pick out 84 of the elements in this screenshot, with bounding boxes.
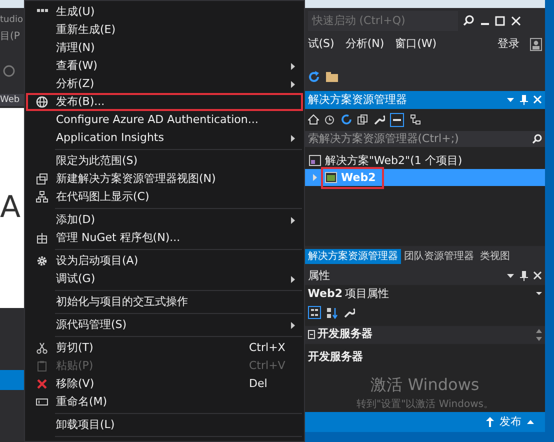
search-icon[interactable]	[463, 15, 474, 26]
dropdown-icon[interactable]	[507, 274, 514, 278]
package-icon	[36, 232, 48, 244]
dropdown-icon[interactable]	[507, 98, 514, 102]
scroll-arrows-icon[interactable]	[536, 328, 542, 340]
menu-item[interactable]: 管理 NuGet 程序包(N)...	[26, 229, 303, 247]
close-icon	[36, 378, 48, 390]
diagram-icon	[36, 191, 48, 203]
sort-icon[interactable]	[326, 306, 338, 319]
wrench-icon[interactable]	[374, 114, 385, 126]
panel-tab[interactable]: 解决方案资源管理器	[305, 249, 401, 264]
dropdown-icon	[536, 292, 542, 296]
menu-item[interactable]: 发布(B)...	[26, 93, 303, 111]
menu-item[interactable]: 卸载项目(L)	[26, 416, 303, 434]
menu-item[interactable]: 查看(W)	[26, 57, 303, 75]
clipboard-icon	[36, 360, 48, 372]
watermark-title: 激活 Windows	[370, 374, 480, 396]
tree-item[interactable]: 解决方案"Web2"(1 个项目)	[305, 152, 545, 170]
categorized-icon[interactable]	[308, 306, 321, 320]
highlight-frame: Web2	[321, 166, 384, 189]
account-icon[interactable]	[530, 38, 542, 51]
panel-tab[interactable]: 类视图	[477, 249, 513, 264]
watermark-hint: 转到"设置"以激活 Windows。	[356, 398, 494, 412]
menu-item[interactable]: Configure Azure AD Authentication...	[26, 111, 303, 129]
menu-item[interactable]: 生成(U)	[26, 3, 303, 21]
menu-item[interactable]: 添加(D)	[26, 211, 303, 229]
menu-item[interactable]: 初始化与项目的交互式操作	[26, 293, 303, 311]
menu-item[interactable]: Application Insights	[26, 129, 303, 147]
copy-icon[interactable]	[357, 114, 368, 126]
editor-text: A	[0, 193, 21, 224]
maximize-icon[interactable]	[495, 16, 506, 26]
collapse-icon[interactable]	[390, 112, 404, 127]
history-icon[interactable]	[324, 114, 336, 126]
menu-item[interactable]: 窗口(W)	[395, 36, 437, 53]
refresh-icon[interactable]	[308, 70, 320, 83]
menu-item[interactable]: 设为启动项目(A)	[26, 252, 303, 270]
menu-item[interactable]: 调试(G)	[26, 270, 303, 288]
sign-in-link[interactable]: 登录	[497, 36, 520, 53]
panel-title: 解决方案资源管理器	[308, 92, 407, 108]
solution-icon	[309, 155, 321, 166]
panel-title: 属性	[308, 268, 330, 284]
globe-icon	[36, 96, 48, 108]
document-tab[interactable]: Web	[0, 94, 24, 106]
category-label: 开发服务器	[318, 326, 372, 342]
menu-item[interactable]: 试(S)	[308, 36, 334, 53]
search-icon[interactable]	[532, 134, 542, 144]
menu-item[interactable]: 重命名(M)	[26, 393, 303, 411]
project-icon	[325, 172, 337, 184]
status-bar	[0, 370, 24, 390]
menu-item[interactable]: 分析(N)	[345, 36, 384, 53]
description-title: 开发服务器	[306, 349, 364, 365]
upload-arrow-icon[interactable]	[486, 417, 494, 427]
menu-item[interactable]: 重新生成(E)	[26, 21, 303, 39]
diagram-icon[interactable]	[410, 114, 421, 126]
caret-icon[interactable]	[527, 420, 534, 424]
close-icon[interactable]	[533, 271, 542, 280]
scissors-icon	[36, 342, 48, 354]
home-icon[interactable]	[308, 114, 319, 126]
folder-icon[interactable]	[325, 70, 340, 83]
menu-item[interactable]: 分析(Z)	[26, 75, 303, 93]
menu-item[interactable]: 移除(V) Del	[26, 375, 303, 393]
rename-icon	[36, 396, 48, 408]
menu-item[interactable]: 限定为此范围(S)	[26, 152, 303, 170]
object-selector[interactable]: Web2 项目属性	[305, 284, 545, 303]
menu-item[interactable]: 目(P	[0, 31, 24, 43]
menu-item[interactable]: 在代码图上显示(C)	[26, 188, 303, 206]
window-icon	[36, 173, 48, 185]
pin-icon[interactable]	[520, 94, 528, 105]
help-icon[interactable]	[3, 65, 15, 77]
close-icon[interactable]	[510, 16, 521, 26]
panel-tab[interactable]: 团队资源管理器	[401, 249, 477, 264]
pin-icon[interactable]	[520, 270, 528, 281]
publish-button[interactable]: 发布	[500, 414, 522, 430]
menu-item[interactable]: 新建解决方案资源管理器视图(N)	[26, 170, 303, 188]
menu-item[interactable]: 剪切(T) Ctrl+X	[26, 339, 303, 357]
search-field[interactable]: 索解决方案资源管理器(Ctrl+;)	[305, 130, 545, 147]
refresh-icon[interactable]	[340, 114, 352, 126]
menu-item[interactable]: 清理(N)	[26, 39, 303, 57]
wrench-icon[interactable]	[344, 307, 355, 318]
window-title: tudio	[0, 14, 24, 26]
window-frame	[0, 0, 24, 8]
gear-icon	[36, 255, 48, 267]
quick-launch-field[interactable]: 快速启动 (Ctrl+Q)	[308, 10, 458, 31]
menu-item[interactable]: 源代码管理(S)	[26, 316, 303, 334]
